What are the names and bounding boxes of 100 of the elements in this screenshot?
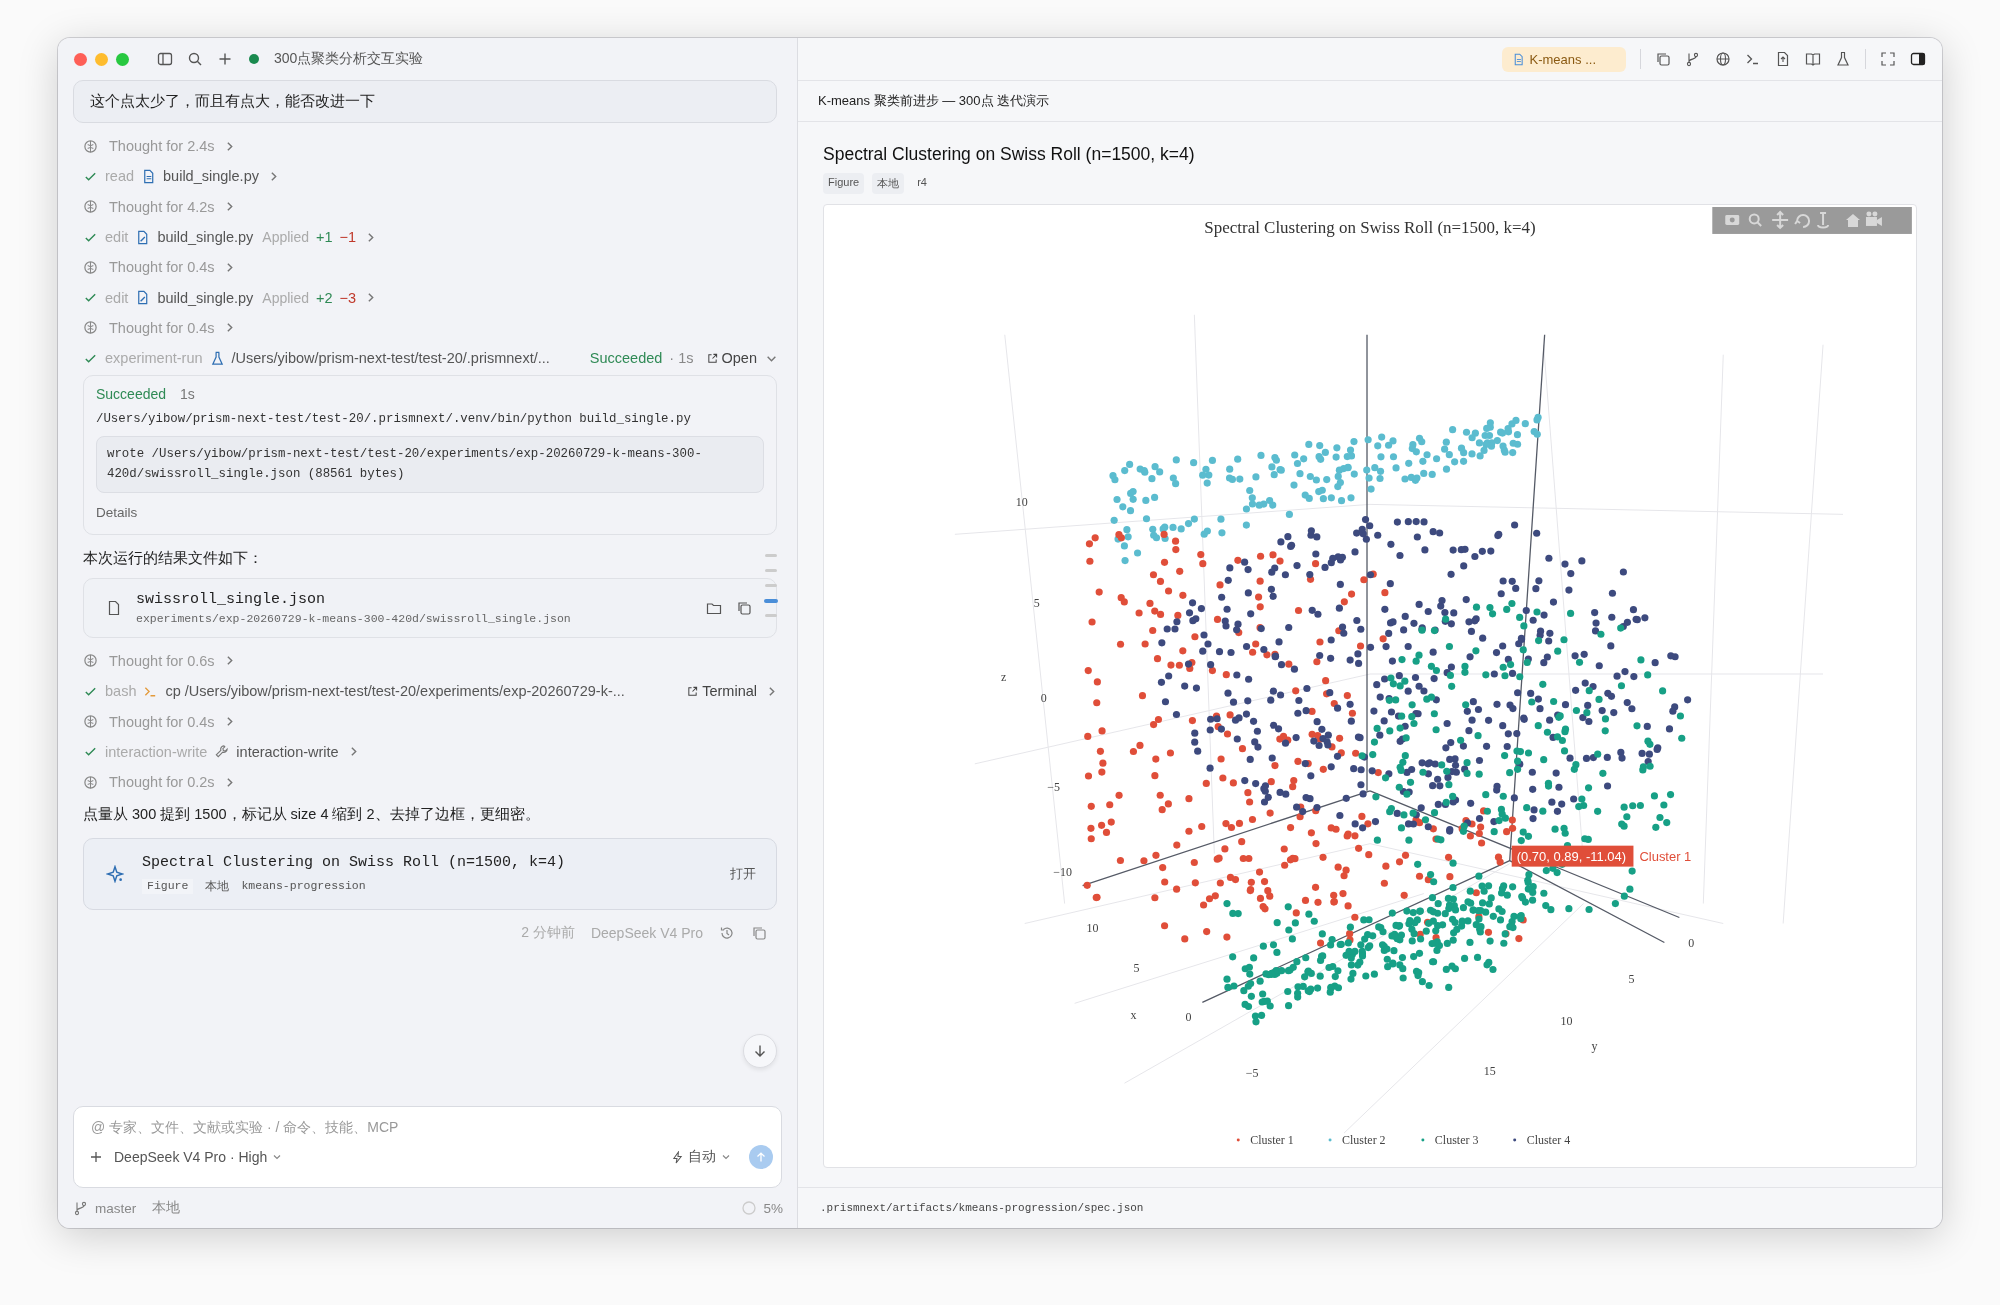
plus-icon[interactable] [217, 51, 233, 67]
tool-target[interactable]: interaction-write [236, 743, 339, 760]
copy-icon[interactable] [736, 599, 752, 616]
tooltip-label: Cluster 1 [1639, 848, 1692, 864]
caret-icon [272, 1152, 283, 1162]
tool-target[interactable]: build_single.py [157, 229, 254, 246]
branch-icon [73, 1200, 89, 1216]
brain-icon [83, 714, 98, 730]
open-link[interactable]: Terminal [681, 683, 757, 700]
sparkle-icon [106, 865, 124, 884]
document-tab[interactable]: K-means ... [1501, 46, 1626, 72]
file-path: experiments/exp-20260729-k-means-300-420d/swissroll_single.json [136, 611, 572, 625]
tool-target[interactable]: build_single.py [157, 289, 254, 306]
branch-icon[interactable] [1685, 51, 1701, 67]
wrench-icon [214, 744, 230, 760]
axis-tick-label: −10 [1053, 864, 1072, 879]
book-icon[interactable] [1805, 51, 1821, 67]
flask-icon[interactable] [1835, 51, 1851, 67]
brain-icon [83, 199, 98, 215]
command-text: /Users/yibow/prism-next-test/test-20/.prismnext/.venv/bin/python build_single.py [96, 412, 692, 427]
copy-icon[interactable] [1655, 51, 1671, 67]
lines-removed: −1 [339, 229, 357, 246]
axis-tick-label: 15 [1483, 1064, 1496, 1079]
file-card[interactable]: swissroll_single.json experiments/exp-20260729-k-means-300-420d/swissroll_single.json [83, 577, 777, 638]
scatter-plot-drawing[interactable] [954, 314, 1844, 1134]
message-text: 本次运行的结果文件如下： [83, 548, 264, 568]
log-output: wrote /Users/yibow/prism-next-test/test-20/experiments/exp-20260729-k-means-300-420d/swissroll_single.json (88561 bytes) [96, 436, 764, 493]
location-label: 本地 [152, 1199, 181, 1217]
axis-tick-label: 5 [1628, 972, 1635, 987]
tool-target[interactable]: build_single.py [163, 168, 259, 185]
lines-removed: −3 [339, 289, 357, 306]
brain-icon [83, 259, 98, 275]
axis-tick-label: −5 [1245, 1066, 1259, 1081]
sidebar-icon[interactable] [1910, 51, 1926, 67]
axis-title: z [1001, 670, 1007, 684]
tool-name: edit [105, 229, 129, 246]
legend-label[interactable]: Cluster 1 [1250, 1133, 1294, 1148]
model-dropdown[interactable]: DeepSeek V4 Pro · High [114, 1149, 283, 1165]
output-status: Succeeded [96, 386, 167, 403]
figure-heading: Spectral Clustering on Swiss Roll (n=1500, k=4) [823, 144, 1196, 165]
history-icon[interactable] [719, 925, 735, 942]
applied-label: Applied [262, 289, 310, 306]
scroll-indicator-icon [764, 553, 778, 618]
context-usage: 5% [763, 1200, 783, 1216]
brain-icon [83, 138, 98, 154]
open-link[interactable]: Open [700, 350, 757, 367]
progress-ring-icon [741, 1200, 758, 1216]
message-time: 2 分钟前 [521, 924, 575, 943]
figure-card[interactable]: Spectral Clustering on Swiss Roll (n=1500, k=4) Figure 本地 kmeans-progression 打开 [83, 838, 777, 911]
plot-title: Spectral Clustering on Swiss Roll (n=1500, k=4) [1204, 217, 1536, 237]
lines-added: +2 [316, 289, 333, 306]
axis-title: x [1130, 1008, 1137, 1023]
tool-name: experiment-run [105, 350, 203, 367]
axis-tick-label: 10 [1086, 921, 1099, 936]
external-link-icon [687, 685, 699, 697]
lines-added: +1 [316, 229, 333, 246]
figure-tag: Figure [823, 173, 865, 194]
message-input[interactable]: @ 专家、文件、文献或实验 · / 命令、技能、MCP [74, 1107, 781, 1135]
close-button[interactable] [74, 52, 87, 66]
lightning-icon [672, 1150, 683, 1164]
axis-tick-label: 0 [1688, 936, 1695, 951]
figure-title: Spectral Clustering on Swiss Roll (n=1500, k=4) [142, 854, 567, 872]
tool-target[interactable]: cp /Users/yibow/prism-next-test/test-20/experiments/exp-20260729-k-... [165, 683, 625, 700]
axis-tick-label: 0 [1040, 690, 1047, 705]
legend-label[interactable]: Cluster 3 [1434, 1133, 1479, 1148]
user-message: 这个点太少了，而且有点大，能否改进一下 [73, 80, 777, 123]
axis-tick-label: 10 [1560, 1014, 1573, 1029]
scroll-down-button[interactable] [743, 1034, 777, 1068]
legend-label[interactable]: Cluster 2 [1342, 1133, 1386, 1148]
run-status: Succeeded [589, 350, 663, 367]
axis-tick-label: 5 [1033, 596, 1040, 611]
brain-icon [83, 320, 98, 336]
details-link[interactable]: Details [96, 502, 764, 522]
legend-label[interactable]: Cluster 4 [1526, 1133, 1571, 1148]
file-icon [106, 598, 122, 617]
axis-tick-label: 10 [1015, 495, 1028, 510]
file-name: swissroll_single.json [136, 590, 327, 608]
sidebar-icon[interactable] [157, 51, 173, 67]
model-name: DeepSeek V4 Pro [590, 925, 703, 942]
tool-name: edit [105, 289, 129, 306]
tool-target[interactable]: /Users/yibow/prism-next-test/test-20/.prismnext/... [231, 350, 550, 367]
message-composer[interactable]: @ 专家、文件、文献或实验 · / 命令、技能、MCP DeepSeek V4 Pro · High 自动 [73, 1106, 782, 1188]
plus-icon[interactable] [88, 1149, 104, 1165]
globe-icon[interactable] [1715, 51, 1731, 67]
fullscreen-icon[interactable] [1880, 51, 1896, 67]
axis-tick-label: 5 [1133, 961, 1140, 976]
axis-tick-label: −5 [1047, 779, 1060, 794]
mode-dropdown[interactable]: 自动 [672, 1148, 731, 1166]
hover-tooltip: (0.70, 0.89, -11.04) [1511, 845, 1634, 867]
search-icon[interactable] [187, 51, 203, 67]
figure-tag: kmeans-progression [241, 879, 366, 895]
run-duration: · 1s [669, 350, 694, 367]
file-icon[interactable] [1775, 51, 1791, 67]
tool-name: read [105, 168, 135, 185]
open-button[interactable]: 打开 [724, 864, 762, 885]
figure-tag: 本地 [872, 173, 905, 194]
figure-tag: 本地 [205, 879, 230, 895]
axis-title: y [1591, 1039, 1598, 1054]
brain-icon [83, 774, 98, 790]
tool-name: interaction-write [105, 743, 208, 760]
